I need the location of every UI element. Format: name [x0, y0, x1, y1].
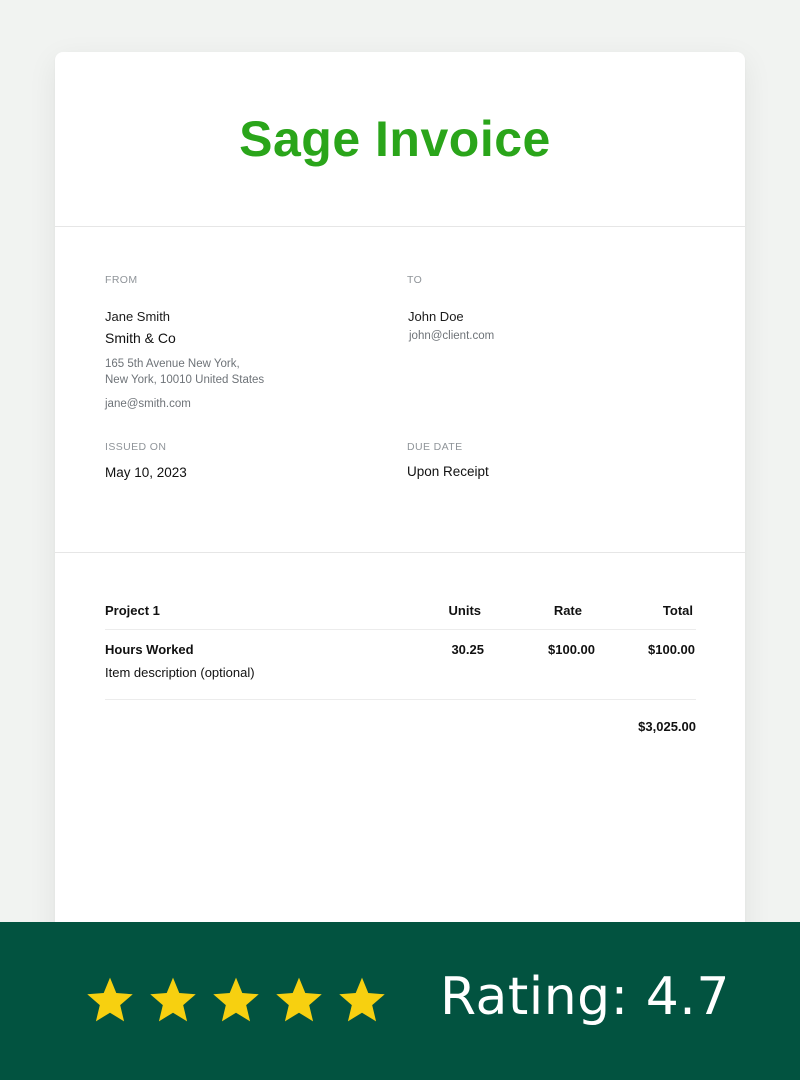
row-units: 30.25 — [451, 642, 484, 657]
star-icon — [339, 977, 385, 1022]
due-label: DUE DATE — [407, 441, 463, 453]
row-rate: $100.00 — [548, 642, 595, 657]
table-footer-divider — [105, 699, 696, 700]
table-header-divider — [105, 629, 696, 630]
row-total: $100.00 — [648, 642, 695, 657]
star-icon — [276, 977, 322, 1022]
from-company: Smith & Co — [105, 330, 176, 346]
row-item-description: Item description (optional) — [105, 665, 255, 680]
to-label: TO — [407, 274, 423, 286]
from-name: Jane Smith — [105, 309, 171, 324]
from-email: jane@smith.com — [105, 398, 191, 410]
invoice-card: Sage Invoice FROM Jane Smith Smith & Co … — [55, 52, 745, 952]
rating-banner: Rating: 4.7 — [0, 922, 800, 1080]
rating-text: Rating: 4.7 — [440, 967, 730, 1027]
to-email: john@client.com — [409, 330, 495, 342]
row-item-name: Hours Worked — [105, 642, 194, 657]
table-header-total: Total — [662, 603, 693, 618]
invoice-title: Sage Invoice — [239, 111, 551, 167]
table-header-project: Project 1 — [105, 603, 160, 618]
star-icon — [213, 977, 259, 1022]
from-address-line2: New York, 10010 United States — [105, 374, 265, 386]
rating-stars — [84, 975, 388, 1027]
to-name: John Doe — [408, 309, 464, 324]
from-label: FROM — [105, 274, 138, 286]
invoice-header: Sage Invoice — [55, 52, 745, 227]
table-header-rate: Rate — [553, 603, 582, 618]
issued-label: ISSUED ON — [105, 441, 167, 453]
section-divider — [55, 552, 745, 553]
star-icon — [150, 977, 196, 1022]
due-date: Upon Receipt — [407, 464, 489, 479]
star-icon — [87, 977, 133, 1022]
from-address-line1: 165 5th Avenue New York, — [105, 358, 240, 370]
table-header-units: Units — [448, 603, 482, 618]
issued-date: May 10, 2023 — [105, 465, 187, 480]
grand-total: $3,025.00 — [638, 719, 696, 734]
